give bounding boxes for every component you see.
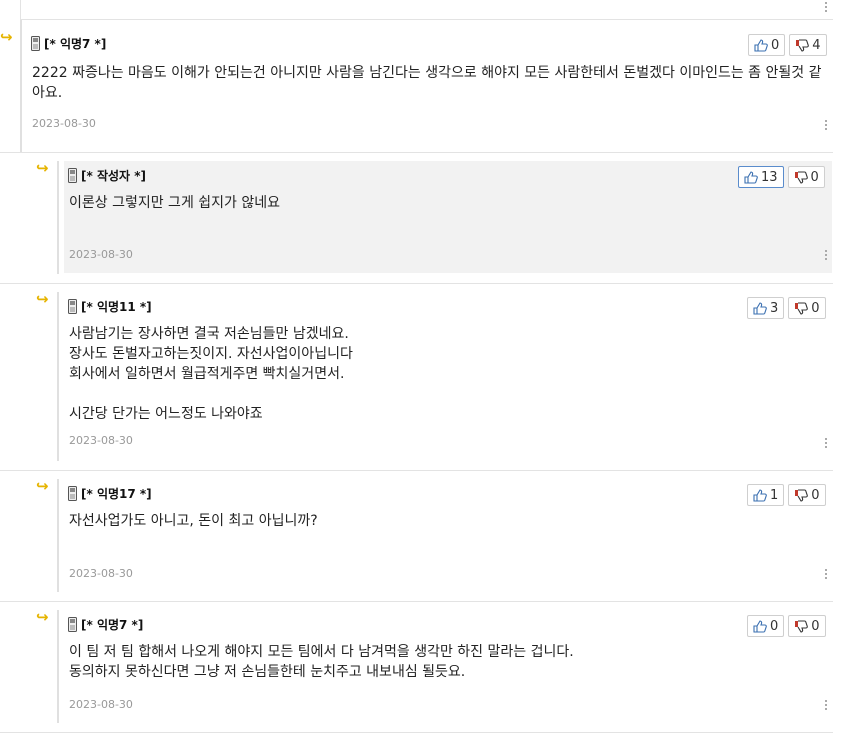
like-count: 3 bbox=[770, 300, 779, 316]
comment-indent-bar bbox=[57, 292, 59, 461]
dislike-button[interactable]: 4 bbox=[789, 34, 827, 56]
like-button[interactable]: 0 bbox=[748, 34, 786, 56]
thumbs-up-icon bbox=[753, 488, 767, 502]
dislike-count: 0 bbox=[811, 300, 820, 316]
reply-arrow-icon: ↪ bbox=[36, 477, 49, 495]
more-options-icon[interactable] bbox=[825, 120, 829, 130]
comment-item: ↪ [* 익명17 *] 1 0 자선사업가도 아니고, 돈이 최고 아닙니까?… bbox=[0, 471, 833, 602]
comment-item: ↪ [* 익명7 *] 0 0 이 팀 저 팀 합해서 나오게 해야지 모든 팀… bbox=[0, 602, 833, 733]
comment-date: 2023-08-30 bbox=[69, 248, 133, 261]
like-count: 0 bbox=[770, 618, 779, 634]
reply-arrow-icon: ↪ bbox=[36, 290, 49, 308]
mobile-phone-icon bbox=[68, 485, 77, 501]
comment-item: ↪ [* 익명11 *] 3 0 사람남기는 장사하면 결국 저손님들만 남겠네… bbox=[0, 284, 833, 471]
like-button[interactable]: 1 bbox=[747, 484, 785, 506]
more-options-icon[interactable] bbox=[825, 700, 829, 710]
comment-body: 2222 짜증나는 마음도 이해가 안되는건 아니지만 사람을 남긴다는 생각으… bbox=[32, 65, 822, 101]
comment-author[interactable]: [* 익명7 *] bbox=[44, 35, 106, 52]
comment-date: 2023-08-30 bbox=[69, 698, 133, 711]
comment-body: 이론상 그렇지만 그게 쉽지가 않네요 bbox=[69, 195, 280, 211]
dislike-count: 0 bbox=[810, 169, 819, 185]
thumbs-down-icon bbox=[796, 38, 810, 52]
like-count: 13 bbox=[761, 169, 778, 185]
reply-arrow-icon: ↪ bbox=[36, 608, 49, 626]
comment-indent-bar bbox=[20, 20, 22, 153]
reply-arrow-icon: ↪ bbox=[0, 28, 13, 46]
dislike-count: 0 bbox=[811, 487, 820, 503]
comment-author[interactable]: [* 작성자 *] bbox=[81, 167, 146, 184]
dislike-button[interactable]: 0 bbox=[788, 484, 826, 506]
mobile-phone-icon bbox=[31, 35, 40, 51]
thumbs-up-icon bbox=[754, 38, 768, 52]
comment-author[interactable]: [* 익명11 *] bbox=[81, 298, 152, 315]
comment-date: 2023-08-30 bbox=[69, 434, 133, 447]
comment-date: 2023-08-30 bbox=[32, 117, 96, 130]
thumbs-up-icon bbox=[753, 619, 767, 633]
comment-item: ↪ [* 작성자 *] 13 0 이론상 그렇지만 그게 쉽지가 않네요 202… bbox=[0, 153, 833, 284]
dislike-button[interactable]: 0 bbox=[787, 166, 825, 188]
mobile-phone-icon bbox=[68, 298, 77, 314]
comment-item: ↪ [* 익명7 *] 0 4 2222 짜증나는 마음도 이해가 안되는건 아… bbox=[0, 20, 833, 153]
mobile-phone-icon bbox=[68, 616, 77, 632]
more-options-icon[interactable] bbox=[825, 250, 829, 260]
reply-arrow-icon: ↪ bbox=[36, 159, 49, 177]
like-button[interactable]: 13 bbox=[738, 166, 784, 188]
thumbs-up-icon bbox=[753, 301, 767, 315]
thumbs-down-icon bbox=[795, 619, 809, 633]
like-button[interactable]: 0 bbox=[747, 615, 785, 637]
comment-body: 사람남기는 장사하면 결국 저손님들만 남겠네요. 장사도 돈벌자고하는짓이지.… bbox=[69, 326, 353, 422]
thumbs-down-icon bbox=[795, 301, 809, 315]
more-options-icon[interactable] bbox=[825, 2, 829, 12]
like-button[interactable]: 3 bbox=[747, 297, 785, 319]
comment-indent-bar bbox=[57, 479, 59, 592]
dislike-count: 0 bbox=[811, 618, 820, 634]
author-comment-panel bbox=[64, 161, 832, 273]
comment-body: 자선사업가도 아니고, 돈이 최고 아닙니까? bbox=[69, 513, 318, 529]
dislike-count: 4 bbox=[812, 37, 821, 53]
comment-body: 이 팀 저 팀 합해서 나오게 해야지 모든 팀에서 다 남겨먹을 생각만 하진… bbox=[69, 644, 574, 680]
thumbs-down-icon bbox=[795, 488, 809, 502]
like-count: 1 bbox=[770, 487, 779, 503]
comment-indent-bar bbox=[57, 161, 59, 274]
previous-comment-edge bbox=[20, 0, 833, 20]
thumbs-up-icon bbox=[744, 170, 758, 184]
mobile-phone-icon bbox=[68, 167, 77, 183]
comment-date: 2023-08-30 bbox=[69, 567, 133, 580]
dislike-button[interactable]: 0 bbox=[788, 615, 826, 637]
comment-indent-bar bbox=[57, 610, 59, 723]
more-options-icon[interactable] bbox=[825, 438, 829, 448]
thumbs-down-icon bbox=[794, 170, 808, 184]
more-options-icon[interactable] bbox=[825, 569, 829, 579]
comment-author[interactable]: [* 익명7 *] bbox=[81, 616, 143, 633]
like-count: 0 bbox=[771, 37, 780, 53]
comment-author[interactable]: [* 익명17 *] bbox=[81, 485, 152, 502]
dislike-button[interactable]: 0 bbox=[788, 297, 826, 319]
